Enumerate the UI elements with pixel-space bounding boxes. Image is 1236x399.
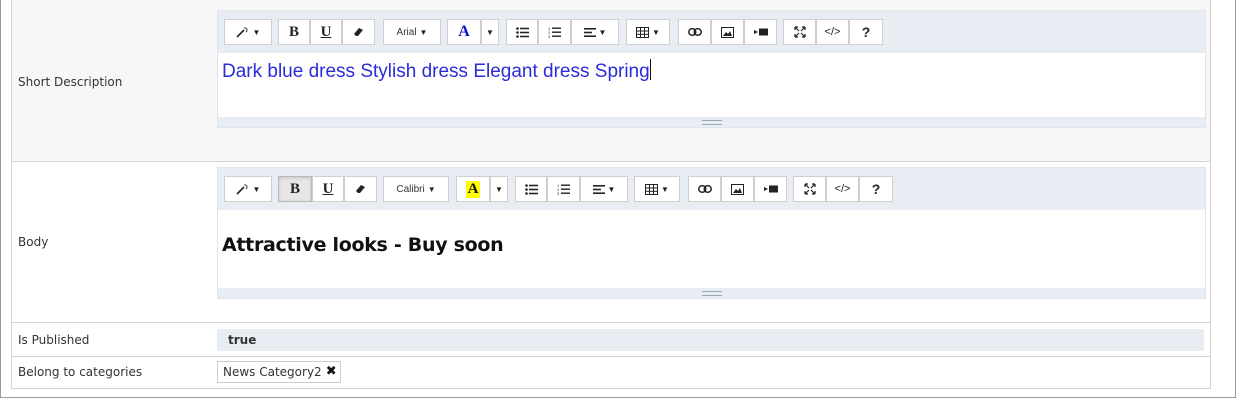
svg-text:3: 3 — [557, 191, 560, 195]
font-name-dropdown[interactable]: Calibri ▼ — [383, 176, 449, 202]
editor-resize-handle[interactable] — [218, 288, 1205, 298]
unordered-list-icon — [524, 183, 538, 195]
chevron-down-icon: ▼ — [652, 27, 660, 37]
is-published-value: true — [217, 329, 1204, 351]
unordered-list-button[interactable] — [506, 19, 538, 45]
table-dropdown[interactable]: ▼ — [634, 176, 680, 202]
picture-button[interactable] — [721, 176, 754, 202]
eraser-icon — [356, 185, 365, 193]
magic-wand-icon — [235, 184, 248, 195]
link-button[interactable] — [678, 19, 711, 45]
short-description-text: Dark blue dress Stylish dress Elegant dr… — [222, 61, 650, 82]
categories-label: Belong to categories — [18, 365, 143, 379]
chevron-down-icon: ▼ — [486, 27, 494, 37]
short-description-content[interactable]: Dark blue dress Stylish dress Elegant dr… — [222, 59, 651, 83]
picture-icon — [721, 26, 734, 38]
highlight-color-button[interactable]: A — [456, 176, 490, 202]
link-button[interactable] — [688, 176, 721, 202]
font-color-dropdown-button[interactable]: ▼ — [481, 19, 499, 45]
highlight-a-icon: A — [465, 180, 481, 198]
style-button[interactable]: ▼ — [224, 176, 272, 202]
page-frame: Short Description ▼ B U Arial ▼ A ▼ 1 2 … — [0, 0, 1236, 398]
link-icon — [687, 28, 702, 36]
chevron-down-icon: ▼ — [252, 184, 261, 194]
short-description-label: Short Description — [18, 75, 123, 89]
editor-toolbar: ▼ B U Calibri ▼ A ▼ 1 2 3 ▼ ▼ </> ? — [218, 168, 1205, 210]
fullscreen-button[interactable] — [783, 19, 816, 45]
clear-format-button[interactable] — [342, 19, 375, 45]
font-name-label: Arial — [396, 26, 417, 38]
fullscreen-icon — [803, 183, 816, 195]
ordered-list-button[interactable]: 123 — [547, 176, 580, 202]
bold-button[interactable]: B — [278, 176, 312, 202]
underline-button[interactable]: U — [312, 176, 344, 202]
text-cursor — [649, 59, 651, 80]
magic-wand-icon — [235, 27, 248, 38]
is-published-label: Is Published — [18, 333, 90, 347]
align-left-icon — [583, 27, 596, 37]
video-icon — [763, 185, 778, 193]
table-icon — [636, 26, 650, 38]
chevron-down-icon: ▼ — [427, 184, 436, 194]
table-dropdown[interactable]: ▼ — [626, 19, 670, 45]
chevron-down-icon: ▼ — [598, 27, 607, 37]
body-content[interactable]: Attractive looks - Buy soon — [222, 234, 504, 256]
code-view-button[interactable]: </> — [826, 176, 859, 202]
fullscreen-button[interactable] — [793, 176, 826, 202]
fullscreen-icon — [793, 26, 806, 38]
align-left-icon — [592, 184, 605, 194]
chevron-down-icon: ▼ — [419, 27, 428, 37]
link-icon — [697, 185, 712, 193]
body-editor: ▼ B U Calibri ▼ A ▼ 1 2 3 ▼ ▼ </> ? Attr… — [217, 167, 1206, 299]
style-button[interactable]: ▼ — [224, 19, 272, 45]
video-button[interactable] — [744, 19, 777, 45]
short-description-row: Short Description ▼ B U Arial ▼ A ▼ 1 2 … — [12, 0, 1210, 162]
video-icon — [753, 28, 768, 36]
remove-tag-icon[interactable]: ✖ — [326, 362, 337, 382]
is-published-row: Is Published true — [12, 323, 1210, 357]
code-view-button[interactable]: </> — [816, 19, 849, 45]
unordered-list-icon — [515, 26, 529, 38]
short-description-edit-area[interactable]: Dark blue dress Stylish dress Elegant dr… — [218, 53, 1205, 127]
font-name-dropdown[interactable]: Arial ▼ — [383, 19, 441, 45]
help-button[interactable]: ? — [849, 19, 883, 45]
category-tag: News Category2 ✖ — [217, 361, 341, 383]
bold-button[interactable]: B — [278, 19, 310, 45]
paragraph-align-dropdown[interactable]: ▼ — [571, 19, 619, 45]
resize-grip-icon — [701, 119, 722, 125]
unordered-list-button[interactable] — [515, 176, 547, 202]
clear-format-button[interactable] — [344, 176, 377, 202]
category-tag-label: News Category2 — [223, 365, 322, 379]
ordered-list-button[interactable]: 123 — [538, 19, 571, 45]
editor-resize-handle[interactable] — [218, 117, 1205, 127]
highlight-color-dropdown-button[interactable]: ▼ — [490, 176, 508, 202]
body-label: Body — [18, 235, 49, 249]
ordered-list-icon: 123 — [557, 183, 570, 195]
resize-grip-icon — [701, 290, 722, 296]
editor-toolbar: ▼ B U Arial ▼ A ▼ 1 2 3 ▼ ▼ </> ? — [218, 11, 1205, 53]
font-color-button[interactable]: A — [447, 19, 481, 45]
picture-button[interactable] — [711, 19, 744, 45]
chevron-down-icon: ▼ — [661, 184, 669, 194]
short-description-editor: ▼ B U Arial ▼ A ▼ 1 2 3 ▼ ▼ </> ? Dark b… — [217, 10, 1206, 128]
table-icon — [645, 183, 659, 195]
form-table: Short Description ▼ B U Arial ▼ A ▼ 1 2 … — [11, 0, 1211, 389]
chevron-down-icon: ▼ — [607, 184, 616, 194]
categories-row: Belong to categories News Category2 ✖ — [12, 357, 1210, 389]
font-color-a-icon: A — [458, 23, 470, 40]
svg-text:3: 3 — [548, 34, 551, 38]
chevron-down-icon: ▼ — [495, 184, 503, 194]
body-edit-area[interactable]: Attractive looks - Buy soon — [218, 210, 1205, 288]
body-row: Body ▼ B U Calibri ▼ A ▼ 1 2 3 ▼ ▼ </> ?… — [12, 162, 1210, 323]
video-button[interactable] — [754, 176, 787, 202]
ordered-list-icon: 123 — [548, 26, 561, 38]
help-button[interactable]: ? — [859, 176, 893, 202]
picture-icon — [731, 183, 744, 195]
font-name-label: Calibri — [396, 183, 425, 195]
paragraph-align-dropdown[interactable]: ▼ — [580, 176, 628, 202]
underline-button[interactable]: U — [310, 19, 342, 45]
eraser-icon — [354, 28, 363, 36]
chevron-down-icon: ▼ — [252, 27, 261, 37]
